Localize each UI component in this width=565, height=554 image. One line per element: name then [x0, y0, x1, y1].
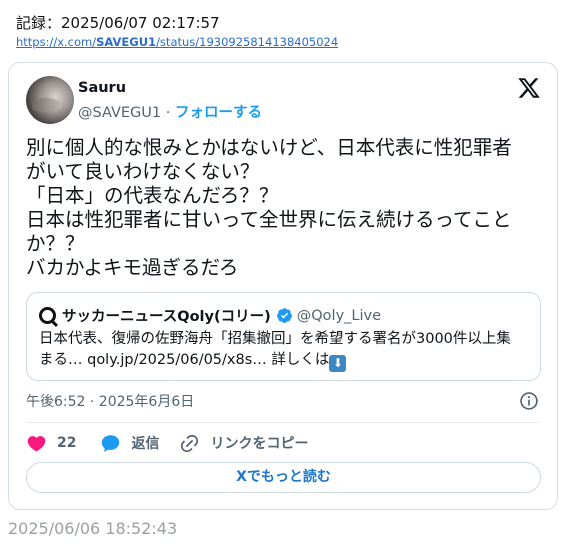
author-handle[interactable]: @SAVEGU1 [78, 105, 161, 121]
author-name[interactable]: Sauru [78, 80, 126, 96]
quoted-text-line-2: まる… qoly.jp/2025/06/05/x8s… 詳しくは ⬇ [39, 350, 534, 372]
record-url-link[interactable]: https://x.com/SAVEGU1/status/19309258141… [16, 35, 338, 49]
reply-icon [102, 434, 120, 452]
like-count: 22 [57, 435, 77, 451]
quoted-author-name: サッカーニュースQoly(コリー) [62, 309, 271, 325]
avatar[interactable] [26, 76, 74, 124]
url-prefix: https://x.com/ [16, 35, 97, 49]
down-arrow-emoji-icon: ⬇ [329, 355, 347, 372]
quoted-text-line: まる… qoly.jp/2025/06/05/x8s… 詳しくは [39, 352, 330, 368]
tweet-text: 別に個人的な恨みとかはないけど、日本代表に性犯罪者 がいて良いわけなくない？ 「… [26, 136, 546, 280]
tweet-text-line: 「日本」の代表なんだろ？？ [26, 184, 279, 207]
like-button[interactable]: 22 [26, 433, 76, 454]
copy-link-label: リンクをコピー [210, 436, 309, 452]
handle-separator: · [161, 105, 175, 121]
url-suffix: /status/1930925814138405024 [156, 35, 339, 49]
reply-label: 返信 [131, 436, 160, 452]
divider [26, 422, 540, 423]
qoly-logo-icon [39, 307, 56, 324]
reply-button[interactable]: 返信 [100, 433, 159, 454]
author-handle-row: @SAVEGU1 · フォローする [78, 101, 262, 122]
tweet-actions: 22 返信 リンクをコピー [26, 431, 308, 455]
quoted-tweet-text: 日本代表、復帰の佐野海舟「招集撤回」を希望する署名が3000件以上集 まる… q… [39, 329, 534, 372]
tweet-text-line: バカかよキモ過ぎるだろ [26, 256, 239, 279]
tweet-text-line: か？？ [26, 232, 85, 255]
link-icon [181, 434, 199, 452]
heart-icon [27, 435, 46, 452]
quoted-text-line: 日本代表、復帰の佐野海舟「招集撤回」を希望する署名が3000件以上集 [39, 331, 511, 347]
quoted-tweet-header: サッカーニュースQoly(コリー) @Qoly_Live [39, 305, 381, 326]
saved-timestamp: 2025/06/06 18:52:43 [8, 519, 178, 538]
quoted-tweet[interactable]: サッカーニュースQoly(コリー) @Qoly_Live 日本代表、復帰の佐野海… [26, 292, 541, 381]
read-more-button[interactable]: Xでもっと読む [26, 462, 541, 493]
verified-icon [276, 308, 292, 323]
tweet-timestamp[interactable]: 午後6:52 · 2025年6月6日 [26, 391, 194, 411]
quoted-author-handle: @Qoly_Live [296, 307, 382, 324]
info-icon[interactable] [519, 391, 539, 411]
record-timestamp: 記録：2025/06/07 02:17:57 [16, 14, 220, 32]
url-user: SAVEGU1 [96, 35, 157, 49]
tweet-text-line: 日本は性犯罪者に甘いって全世界に伝え続けるってこと [26, 208, 512, 231]
x-logo-icon[interactable] [517, 76, 541, 100]
follow-button[interactable]: フォローする [175, 105, 262, 121]
tweet-text-line: がいて良いわけなくない？ [26, 160, 260, 183]
tweet-card: Sauru @SAVEGU1 · フォローする 別に個人的な恨みとかはないけど、… [8, 62, 558, 510]
tweet-text-line: 別に個人的な恨みとかはないけど、日本代表に性犯罪者 [26, 136, 512, 159]
copy-link-button[interactable]: リンクをコピー [179, 433, 308, 454]
